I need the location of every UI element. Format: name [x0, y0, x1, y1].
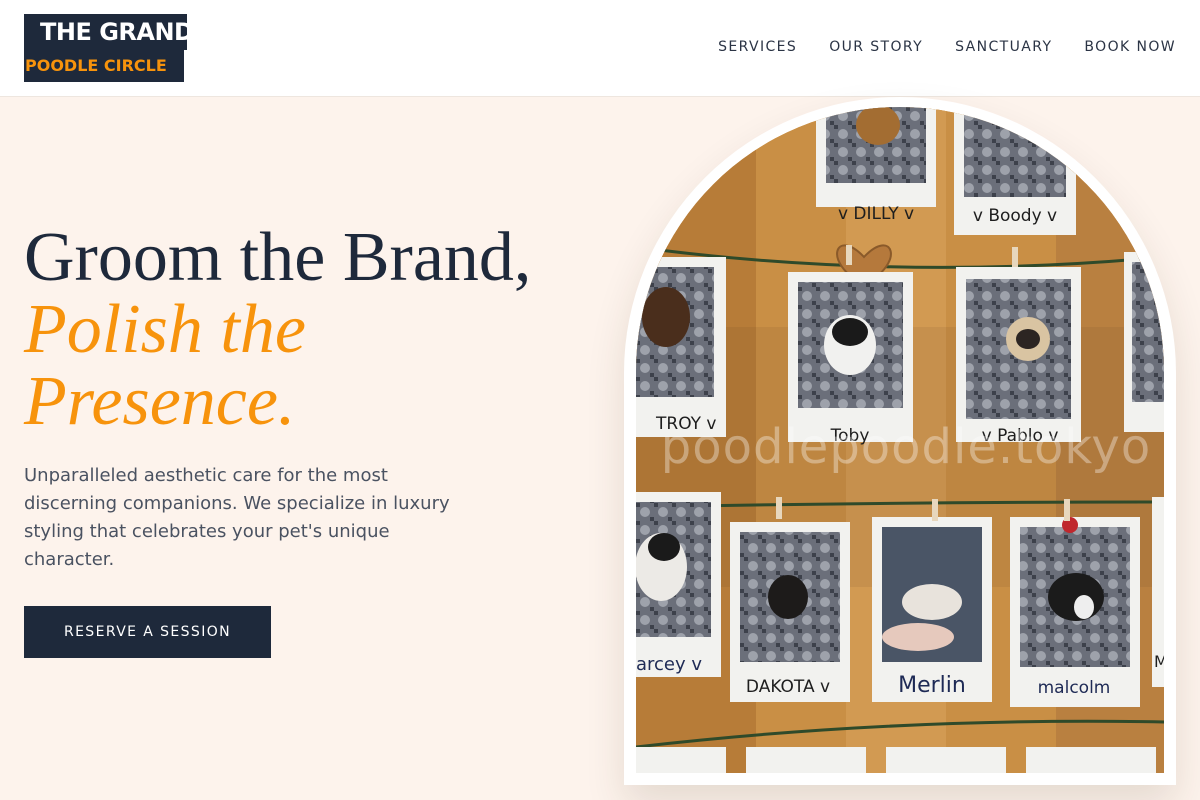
main-nav: SERVICES OUR STORY SANCTUARY BOOK NOW — [718, 38, 1176, 56]
nav-services-link[interactable]: SERVICES — [718, 38, 797, 56]
hero-headline: Groom the Brand, Polish the Presence. — [24, 222, 624, 438]
svg-text:Ma: Ma — [1154, 652, 1164, 671]
svg-text:v Boody v: v Boody v — [973, 206, 1057, 226]
headline-line-2: Polish the — [24, 291, 306, 368]
nav-book-now-link[interactable]: BOOK NOW — [1084, 38, 1176, 56]
svg-text:DAKOTA v: DAKOTA v — [746, 677, 830, 697]
svg-text:malcolm: malcolm — [1038, 678, 1111, 698]
hero-photo-frame: v DILLY v v Boody v TROY v Toby v Pablo … — [624, 97, 1176, 785]
headline-line-1: Groom the Brand, — [24, 219, 532, 296]
nav-our-story-link[interactable]: OUR STORY — [829, 38, 923, 56]
polaroid-right-edge — [1124, 252, 1164, 432]
headline-line-3: Presence. — [24, 363, 296, 440]
polaroid-troy: TROY v — [636, 257, 726, 437]
svg-text:arcey v: arcey v — [636, 654, 702, 675]
logo-top-text: THE GRAND — [24, 14, 194, 50]
nav-sanctuary-link[interactable]: SANCTUARY — [955, 38, 1052, 56]
polaroid-ma-edge: Ma — [1152, 497, 1164, 687]
polaroid-wall-photo: v DILLY v v Boody v TROY v Toby v Pablo … — [636, 107, 1164, 773]
photo-watermark: poodlepoodle.tokyo — [660, 419, 1152, 475]
svg-text:Merlin: Merlin — [898, 673, 966, 698]
site-header: THE GRAND POODLE CIRCLE SERVICES OUR STO… — [0, 0, 1200, 97]
polaroid-arcey: arcey v — [636, 492, 721, 677]
polaroid-malcolm: malcolm — [1010, 517, 1140, 707]
reserve-session-button[interactable]: RESERVE A SESSION — [24, 606, 271, 658]
brand-logo[interactable]: THE GRAND POODLE CIRCLE — [24, 14, 194, 82]
polaroid-merlin: Merlin — [872, 517, 992, 702]
hero-subcopy: Unparalleled aesthetic care for the most… — [24, 465, 450, 570]
svg-text:v DILLY v: v DILLY v — [838, 204, 914, 224]
polaroid-dakota: DAKOTA v — [730, 522, 850, 702]
logo-bottom-text: POODLE CIRCLE — [24, 50, 184, 82]
polaroid-boody: v Boody v — [954, 107, 1076, 235]
polaroid-dilly: v DILLY v — [816, 107, 936, 224]
